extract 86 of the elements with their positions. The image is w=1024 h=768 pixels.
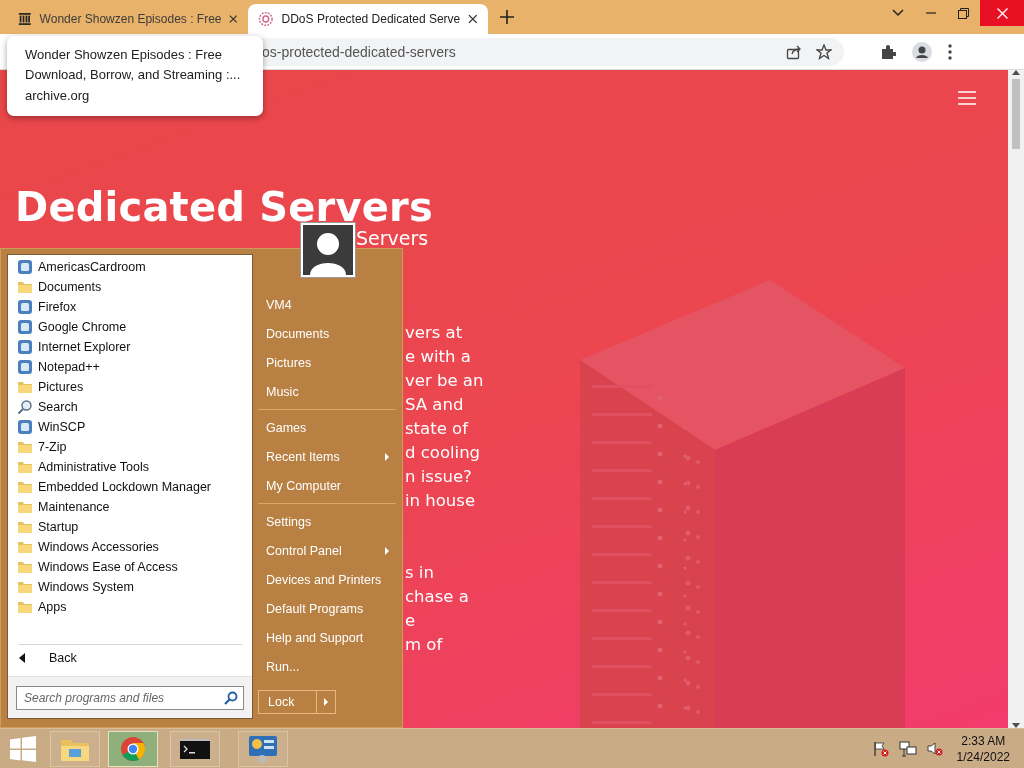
- magnifier-icon: [17, 399, 33, 415]
- taskbar-app-button[interactable]: [170, 730, 220, 767]
- page-heading: Dedicated Servers: [15, 185, 434, 229]
- plus-icon[interactable]: [500, 10, 514, 24]
- program-item[interactable]: Startup: [8, 517, 252, 537]
- folder-icon: [17, 379, 33, 395]
- back-button[interactable]: Back: [8, 645, 252, 671]
- person-silhouette-icon: [308, 231, 348, 275]
- chrome-icon: [120, 735, 146, 762]
- program-item[interactable]: Windows Ease of Access: [8, 557, 252, 577]
- program-item[interactable]: Administrative Tools: [8, 457, 252, 477]
- profile-icon[interactable]: [912, 41, 932, 62]
- back-arrow-icon: [19, 653, 25, 663]
- chevron-down-icon[interactable]: [892, 9, 904, 17]
- close-icon[interactable]: [229, 14, 238, 24]
- program-item[interactable]: Apps: [8, 597, 252, 617]
- search-icon: [224, 690, 238, 705]
- program-item[interactable]: WinSCP: [8, 417, 252, 437]
- folder-icon: [17, 579, 33, 595]
- app-icon: [17, 299, 33, 315]
- paragraph-line: e with a: [405, 346, 471, 368]
- folder-icon: [17, 559, 33, 575]
- program-item[interactable]: AmericasCardroom: [8, 257, 252, 277]
- paragraph-line: ver be an: [405, 370, 484, 392]
- paragraph-line: SA and: [405, 394, 464, 416]
- flag-warning-icon[interactable]: [872, 740, 889, 757]
- folder-icon: [17, 439, 33, 455]
- paragraph-line: e: [405, 610, 416, 632]
- program-item[interactable]: 7-Zip: [8, 437, 252, 457]
- browser-tab[interactable]: DDoS Protected Dedicated Serve: [248, 4, 488, 34]
- clock-time: 2:33 AM: [960, 732, 1007, 749]
- app-icon: [17, 419, 33, 435]
- folder-icon: [17, 519, 33, 535]
- terminal-icon: [180, 738, 210, 759]
- app-icon: [17, 359, 33, 375]
- program-item[interactable]: Windows System: [8, 577, 252, 597]
- program-item[interactable]: Search: [8, 397, 252, 417]
- puzzle-icon[interactable]: [880, 43, 896, 60]
- program-item[interactable]: Google Chrome: [8, 317, 252, 337]
- paragraph-line: n issue?: [405, 466, 472, 488]
- columns-icon: [18, 11, 32, 27]
- clock-date: 1/24/2022: [956, 748, 1010, 765]
- paragraph-line: d cooling: [405, 442, 481, 464]
- share-icon[interactable]: [786, 43, 802, 60]
- network-icon[interactable]: [898, 740, 917, 757]
- folder-icon: [17, 479, 33, 495]
- close-icon: [996, 7, 1008, 19]
- app-icon: [17, 259, 33, 275]
- program-item[interactable]: Notepad++: [8, 357, 252, 377]
- program-item[interactable]: Windows Accessories: [8, 537, 252, 557]
- speaker-muted-icon[interactable]: [926, 740, 943, 757]
- page-subtitle: Servers: [356, 229, 429, 247]
- program-item[interactable]: Embedded Lockdown Manager: [8, 477, 252, 497]
- paragraph-line: m of: [405, 634, 443, 656]
- kebab-menu-icon[interactable]: [948, 43, 952, 60]
- program-item[interactable]: Maintenance: [8, 497, 252, 517]
- paragraph-line: s in: [405, 562, 434, 584]
- scrollbar-thumb[interactable]: [1012, 79, 1020, 149]
- paragraph-line: vers at: [405, 322, 463, 344]
- paragraph-line: state of: [405, 418, 468, 440]
- folder-icon: [17, 599, 33, 615]
- program-item[interactable]: Internet Explorer: [8, 337, 252, 357]
- flower-icon: [258, 11, 274, 27]
- tooltip-domain: archive.org: [25, 87, 91, 105]
- arrow-right-icon: [324, 698, 328, 706]
- program-item[interactable]: Documents: [8, 277, 252, 297]
- program-item[interactable]: Pictures: [8, 377, 252, 397]
- paragraph-line: chase a: [405, 586, 469, 608]
- browser-tab[interactable]: Wonder Showzen Episodes : Free: [8, 4, 248, 34]
- program-item[interactable]: Firefox: [8, 297, 252, 317]
- scrollbar[interactable]: [1008, 70, 1024, 728]
- folder-icon: [17, 499, 33, 515]
- folder-icon: [17, 459, 33, 475]
- clock[interactable]: 2:33 AM 1/24/2022: [956, 732, 1010, 765]
- folder-icon: [17, 539, 33, 555]
- paragraph-line: in house: [405, 490, 476, 512]
- star-icon[interactable]: [816, 43, 832, 60]
- control-panel-icon: [248, 734, 278, 763]
- app-icon: [17, 319, 33, 335]
- user-avatar[interactable]: [301, 223, 355, 277]
- menu-icon[interactable]: [958, 91, 976, 105]
- folder-icon: [17, 279, 33, 295]
- restore-icon[interactable]: [958, 7, 969, 19]
- app-icon: [17, 339, 33, 355]
- close-icon[interactable]: [468, 14, 478, 24]
- search-field[interactable]: Search programs and files: [16, 685, 244, 710]
